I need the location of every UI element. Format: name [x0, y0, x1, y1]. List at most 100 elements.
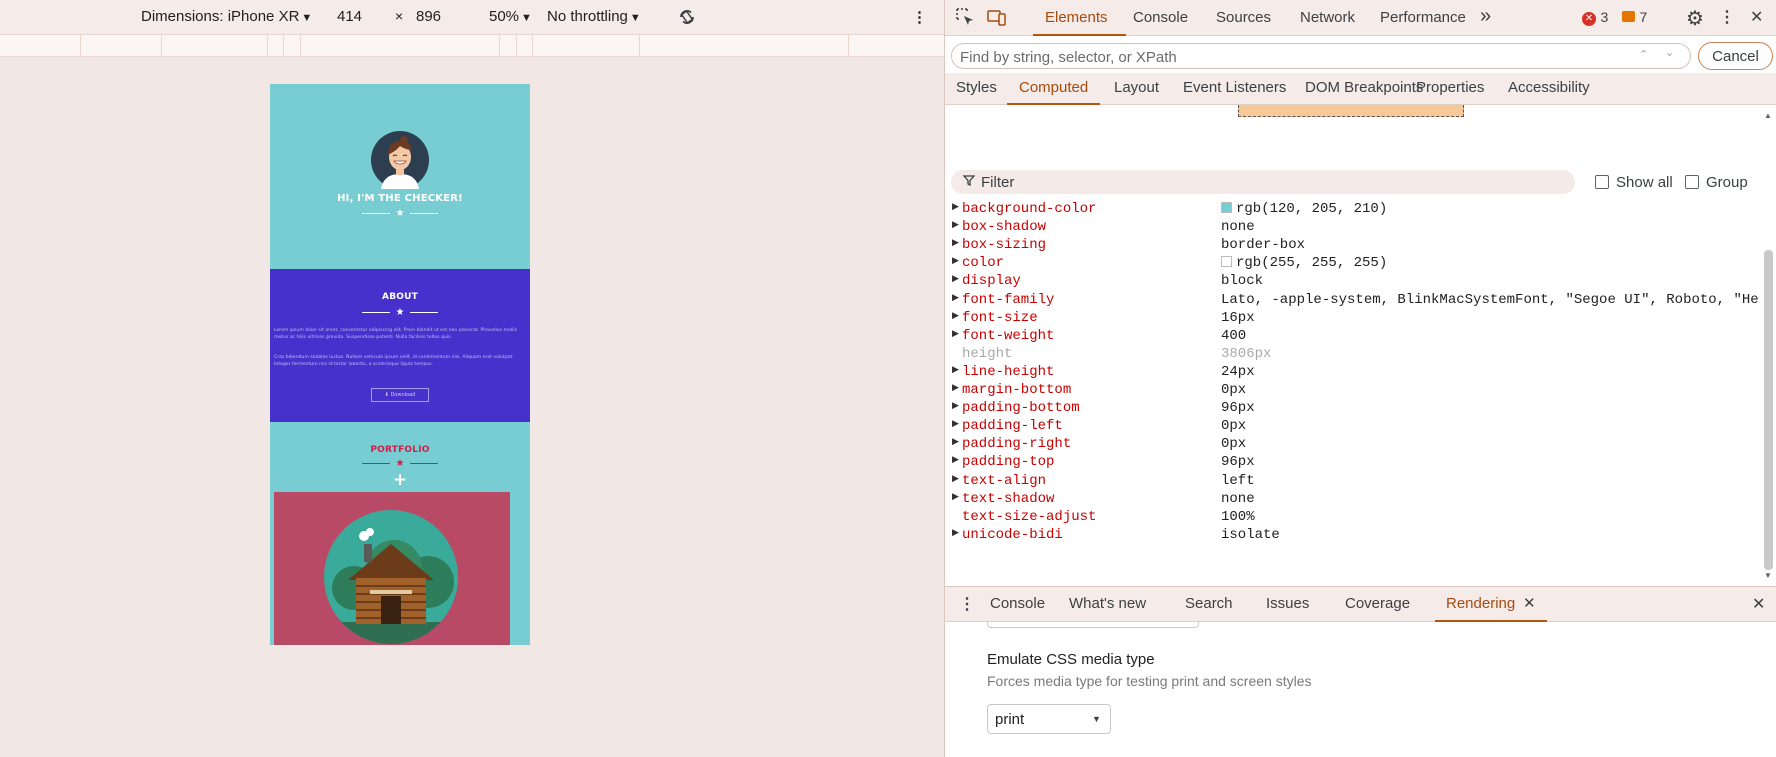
computed-property-row[interactable]: ▶ font-family Lato, -apple-system, BlinkMa… — [945, 290, 1760, 310]
expand-triangle-icon[interactable]: ▶ — [952, 365, 959, 375]
close-tab-icon[interactable]: ✕ — [1523, 594, 1536, 612]
expand-triangle-icon[interactable]: ▶ — [952, 383, 959, 393]
expand-triangle-icon[interactable]: ▶ — [952, 238, 959, 248]
expand-triangle-icon[interactable]: ▶ — [952, 202, 959, 212]
device-toggle-icon[interactable] — [987, 7, 1007, 32]
property-value: left — [1221, 473, 1255, 489]
rotate-icon[interactable] — [675, 5, 699, 33]
computed-property-row[interactable]: ▶ display block — [945, 271, 1760, 291]
tab-elements[interactable]: Elements — [1045, 9, 1108, 26]
more-options-icon[interactable]: ⋮ — [1719, 7, 1735, 27]
expand-triangle-icon[interactable]: ▶ — [952, 492, 959, 502]
drawer-tab-search[interactable]: Search — [1185, 595, 1233, 612]
search-previous-icon[interactable]: ⌃ — [1639, 48, 1648, 61]
computed-property-row[interactable]: ▶ padding-top 96px — [945, 452, 1760, 472]
tab-event-listeners[interactable]: Event Listeners — [1183, 79, 1286, 96]
media-type-select[interactable]: print ▼ — [987, 704, 1111, 734]
computed-scrollbar[interactable]: ▲ ▼ — [1760, 105, 1776, 586]
search-next-icon[interactable]: ⌄ — [1665, 46, 1674, 59]
computed-property-row[interactable]: ▶ padding-right 0px — [945, 434, 1760, 454]
expand-triangle-icon[interactable]: ▶ — [952, 474, 959, 484]
computed-property-row[interactable]: ▶ text-shadow none — [945, 489, 1760, 509]
messages-indicator[interactable]: 7 — [1622, 9, 1647, 27]
color-swatch-icon[interactable] — [1221, 256, 1232, 268]
drawer-tab-rendering[interactable]: Rendering — [1446, 595, 1515, 612]
computed-property-row[interactable]: ▶ line-height 24px — [945, 362, 1760, 382]
computed-property-row[interactable]: ▶ font-size 16px — [945, 308, 1760, 328]
computed-property-row[interactable]: height 3806px — [945, 344, 1760, 364]
portfolio-card[interactable] — [274, 492, 510, 645]
drawer-tab-whats-new[interactable]: What's new — [1069, 595, 1146, 612]
tab-properties[interactable]: Properties — [1416, 79, 1484, 96]
property-name: box-shadow — [962, 219, 1047, 236]
expand-triangle-icon[interactable]: ▶ — [952, 311, 959, 321]
drawer-menu-icon[interactable]: ⋮ — [959, 594, 975, 614]
computed-property-row[interactable]: ▶ box-sizing border-box — [945, 235, 1760, 255]
group-checkbox[interactable] — [1685, 175, 1699, 189]
tab-sources[interactable]: Sources — [1216, 9, 1271, 26]
computed-property-row[interactable]: text-size-adjust 100% — [945, 507, 1760, 527]
property-name: color — [962, 255, 1005, 272]
tab-styles[interactable]: Styles — [956, 79, 997, 96]
tab-performance[interactable]: Performance — [1380, 9, 1466, 26]
drawer-tab-console[interactable]: Console — [990, 595, 1045, 612]
computed-property-row[interactable]: ▶ background-color rgb(120, 205, 210) — [945, 199, 1760, 219]
tab-computed[interactable]: Computed — [1019, 79, 1088, 96]
filter-input[interactable] — [981, 173, 1561, 191]
previous-select[interactable] — [987, 622, 1199, 628]
computed-property-row[interactable]: ▶ padding-bottom 96px — [945, 398, 1760, 418]
computed-property-row[interactable]: ▶ text-align left — [945, 471, 1760, 491]
expand-triangle-icon[interactable]: ▶ — [952, 329, 959, 339]
tab-layout[interactable]: Layout — [1114, 79, 1159, 96]
download-button[interactable]: ⬇ Download — [371, 388, 429, 402]
close-drawer-icon[interactable]: ✕ — [1752, 594, 1765, 614]
box-model-content[interactable] — [1238, 105, 1464, 117]
expand-triangle-icon[interactable]: ▶ — [952, 528, 959, 538]
device-height-input[interactable]: 896 — [416, 8, 441, 25]
scroll-down-icon[interactable]: ▼ — [1764, 571, 1772, 580]
gear-icon[interactable]: ⚙ — [1686, 6, 1704, 31]
scroll-thumb[interactable] — [1764, 250, 1773, 570]
computed-property-row[interactable]: ▶ unicode-bidi isolate — [945, 525, 1760, 545]
computed-property-row[interactable]: ▶ font-weight 400 — [945, 326, 1760, 346]
expand-triangle-icon[interactable]: ▶ — [952, 419, 959, 429]
expand-triangle-icon[interactable]: ▶ — [952, 220, 959, 230]
hero-star-divider: ★ — [270, 208, 530, 220]
device-dimensions-dropdown[interactable]: Dimensions: iPhone XR ▼ — [141, 8, 312, 25]
search-input[interactable] — [960, 48, 1580, 66]
computed-property-row[interactable]: ▶ color rgb(255, 255, 255) — [945, 253, 1760, 273]
inspect-element-icon[interactable] — [955, 7, 975, 32]
tab-console[interactable]: Console — [1133, 9, 1188, 26]
expand-triangle-icon[interactable]: ▶ — [952, 455, 959, 465]
avatar — [371, 131, 429, 189]
more-options-icon[interactable]: ⋮ — [912, 8, 927, 26]
device-width-input[interactable]: 414 — [337, 8, 362, 25]
close-icon[interactable]: ✕ — [1750, 7, 1763, 27]
show-all-checkbox[interactable] — [1595, 175, 1609, 189]
caret-down-icon: ▼ — [521, 12, 532, 24]
device-emulation-pane: Dimensions: iPhone XR ▼ 414 × 896 50% ▼ No… — [0, 0, 944, 757]
expand-triangle-icon[interactable]: ▶ — [952, 293, 959, 303]
cancel-button[interactable]: Cancel — [1698, 42, 1773, 70]
tab-network[interactable]: Network — [1300, 9, 1355, 26]
expand-triangle-icon[interactable]: ▶ — [952, 274, 959, 284]
throttling-dropdown[interactable]: No throttling ▼ — [547, 8, 641, 25]
site-hero-section: HI, I'M THE CHECKER! ★ — [270, 84, 530, 269]
property-value: 96px — [1221, 454, 1255, 470]
scroll-up-icon[interactable]: ▲ — [1764, 111, 1772, 120]
emulated-viewport[interactable]: HI, I'M THE CHECKER! ★ ABOUT ★ Lorem ips… — [270, 84, 530, 645]
computed-property-row[interactable]: ▶ box-shadow none — [945, 217, 1760, 237]
tab-dom-breakpoints[interactable]: DOM Breakpoints — [1305, 79, 1423, 96]
tab-accessibility[interactable]: Accessibility — [1508, 79, 1590, 96]
errors-indicator[interactable]: ✕ 3 — [1582, 9, 1608, 27]
computed-property-row[interactable]: ▶ padding-left 0px — [945, 416, 1760, 436]
expand-triangle-icon[interactable]: ▶ — [952, 256, 959, 266]
drawer-tab-issues[interactable]: Issues — [1266, 595, 1309, 612]
drawer-tab-coverage[interactable]: Coverage — [1345, 595, 1410, 612]
computed-property-row[interactable]: ▶ margin-bottom 0px — [945, 380, 1760, 400]
color-swatch-icon[interactable] — [1221, 202, 1232, 213]
expand-triangle-icon[interactable]: ▶ — [952, 401, 959, 411]
zoom-dropdown[interactable]: 50% ▼ — [489, 8, 532, 25]
expand-triangle-icon[interactable]: ▶ — [952, 437, 959, 447]
more-tabs-icon[interactable]: » — [1480, 5, 1491, 28]
